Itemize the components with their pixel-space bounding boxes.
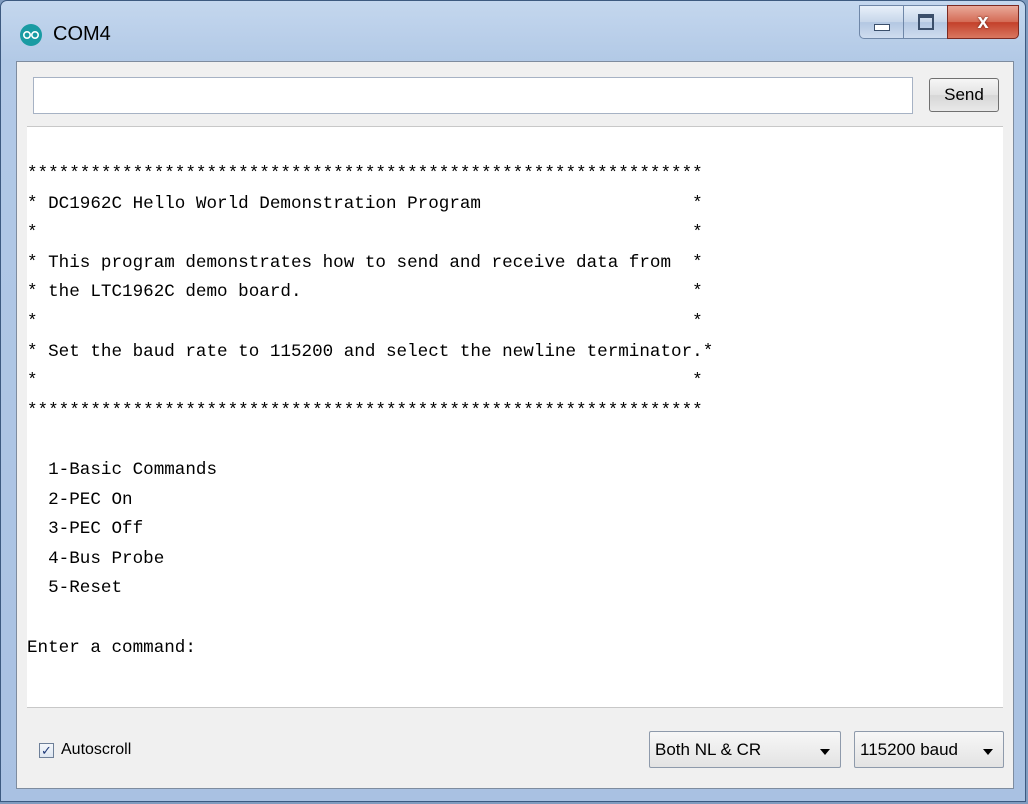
autoscroll-checkbox[interactable]: ✓	[39, 742, 54, 758]
serial-send-input[interactable]	[33, 77, 913, 114]
close-icon: x	[977, 10, 989, 33]
arduino-infinity-icon	[20, 24, 42, 46]
window-controls: x	[859, 5, 1019, 39]
title-bar[interactable]: COM4 x	[1, 1, 1025, 61]
serial-output-text: ****************************************…	[27, 164, 714, 658]
line-ending-value: Both NL & CR	[655, 739, 762, 759]
checkmark-icon: ✓	[41, 742, 52, 758]
chevron-down-icon	[820, 748, 830, 755]
autoscroll-toggle[interactable]: ✓ Autoscroll	[39, 741, 131, 759]
baud-rate-select[interactable]: 115200 baud	[854, 731, 1004, 768]
serial-monitor-window: COM4 x Send ****************************…	[0, 0, 1026, 802]
maximize-button[interactable]	[903, 5, 947, 39]
serial-output-area[interactable]: ****************************************…	[27, 126, 1003, 708]
bottom-toolbar: ✓ Autoscroll Both NL & CR 115200 baud	[17, 708, 1013, 790]
chevron-down-icon	[983, 748, 993, 755]
send-row: Send	[17, 62, 1013, 126]
autoscroll-label: Autoscroll	[61, 741, 132, 758]
minimize-button[interactable]	[859, 5, 903, 39]
baud-rate-value: 115200 baud	[860, 739, 959, 759]
maximize-icon	[917, 14, 934, 30]
line-ending-select[interactable]: Both NL & CR	[649, 731, 841, 768]
window-title: COM4	[53, 23, 111, 45]
minimize-icon	[873, 23, 890, 31]
close-button[interactable]: x	[947, 5, 1019, 39]
send-button[interactable]: Send	[929, 78, 999, 112]
client-area: Send ***********************************…	[16, 61, 1014, 789]
